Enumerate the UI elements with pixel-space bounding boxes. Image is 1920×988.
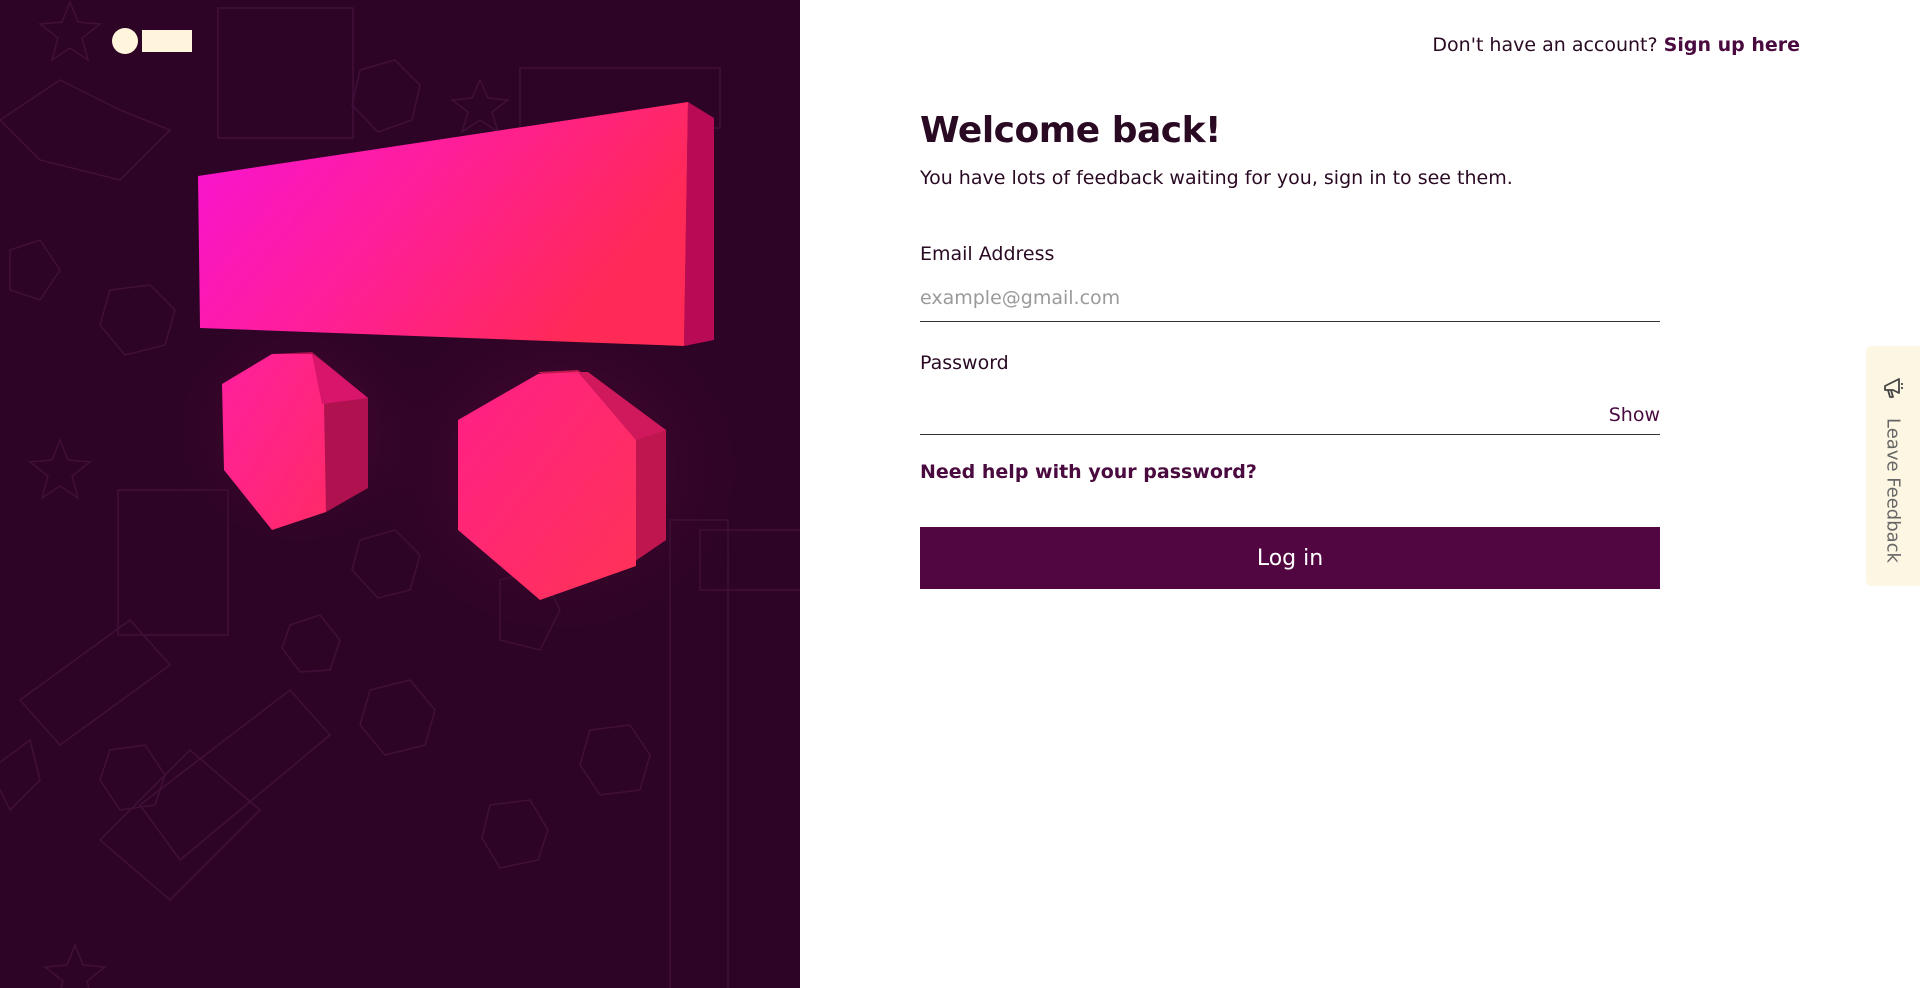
password-wrapper: Show <box>920 374 1660 435</box>
feedback-tab-label: Leave Feedback <box>1882 418 1904 563</box>
email-label: Email Address <box>920 243 1055 265</box>
hero-panel <box>0 0 800 988</box>
show-password-button[interactable]: Show <box>1609 404 1660 426</box>
bar-side <box>684 102 714 346</box>
bar-front <box>198 102 688 346</box>
password-label: Password <box>920 352 1009 374</box>
leave-feedback-tab[interactable]: Leave Feedback <box>1866 346 1920 586</box>
login-form: Welcome back! You have lots of feedback … <box>920 110 1660 589</box>
login-button[interactable]: Log in <box>920 527 1660 589</box>
megaphone-icon <box>1880 376 1906 406</box>
signup-link[interactable]: Sign up here <box>1664 34 1800 56</box>
page-title: Welcome back! <box>920 110 1221 151</box>
signup-prompt-text: Don't have an account? <box>1432 34 1658 56</box>
page-subtitle: You have lots of feedback waiting for yo… <box>920 167 1513 189</box>
password-help-link[interactable]: Need help with your password? <box>920 461 1257 483</box>
password-field[interactable] <box>920 396 1660 435</box>
login-panel: Don't have an account? Sign up here Welc… <box>800 0 1920 988</box>
email-field[interactable] <box>920 287 1660 322</box>
signup-prompt: Don't have an account? Sign up here <box>1432 34 1800 56</box>
email-group: Email Address <box>920 243 1660 322</box>
password-group: Password Show <box>920 352 1660 435</box>
exclamation-illustration <box>150 102 780 670</box>
